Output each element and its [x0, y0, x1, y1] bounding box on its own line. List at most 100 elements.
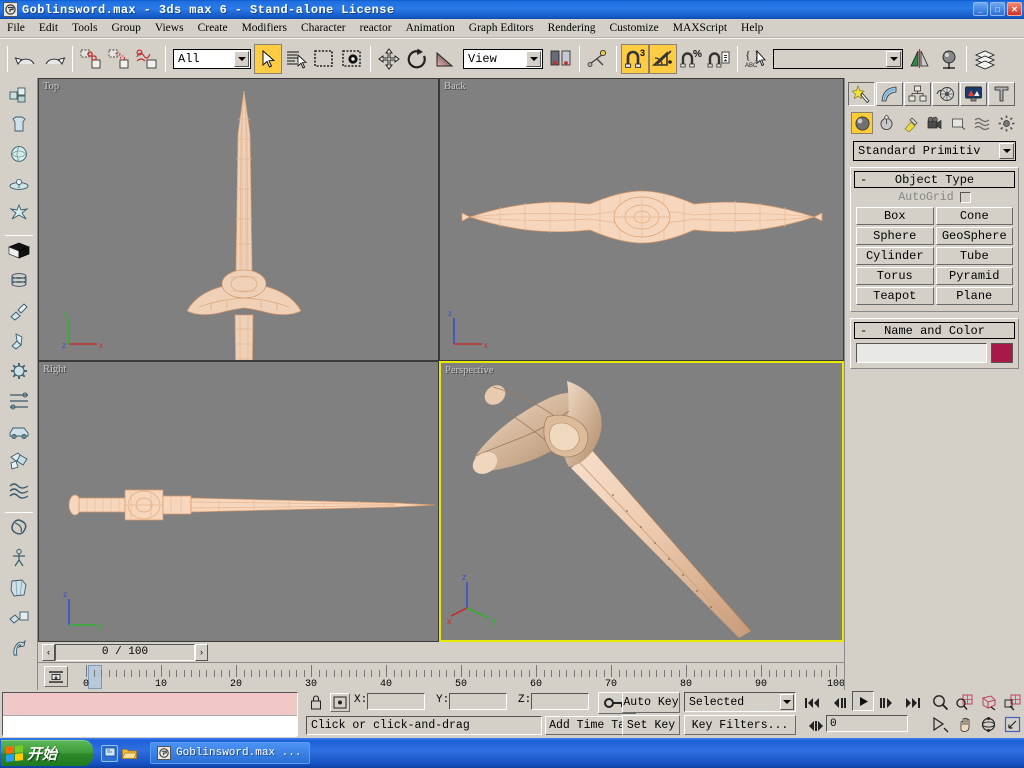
close-button[interactable]: ✕	[1007, 2, 1022, 16]
create-water-button[interactable]	[4, 479, 34, 508]
time-slider-next-button[interactable]: ›	[195, 643, 208, 661]
folder-icon[interactable]	[121, 745, 138, 762]
create-spring-button[interactable]	[4, 269, 34, 298]
auto-key-button[interactable]: Auto Key	[622, 692, 680, 713]
create-deforming-mesh-button[interactable]	[4, 202, 34, 231]
max-app-icon[interactable]	[3, 2, 18, 17]
primitive-button-plane[interactable]: Plane	[935, 287, 1013, 305]
select-and-move-button[interactable]	[375, 44, 403, 74]
systems-button[interactable]	[995, 112, 1017, 134]
select-and-uniform-scale-button[interactable]	[431, 44, 459, 74]
open-mini-curve-editor-button[interactable]	[44, 666, 68, 687]
menu-item-modifiers[interactable]: Modifiers	[235, 21, 294, 35]
undo-button[interactable]	[12, 44, 40, 74]
unlink-selection-button[interactable]	[105, 44, 133, 74]
show-desktop-icon[interactable]	[101, 744, 118, 762]
create-cloth-collection-button[interactable]	[4, 112, 34, 141]
rectangular-selection-region-button[interactable]	[310, 44, 338, 74]
spinner-snap-toggle-button[interactable]	[705, 44, 733, 74]
field-of-view-button[interactable]	[930, 714, 950, 734]
name-and-color-header[interactable]: - Name and Color	[854, 322, 1015, 339]
chevron-down-icon[interactable]	[526, 50, 541, 67]
primitive-button-pyramid[interactable]: Pyramid	[935, 267, 1013, 285]
viewport-top[interactable]: Top y x z	[38, 78, 439, 361]
cameras-button[interactable]	[923, 112, 945, 134]
percent-snap-toggle-button[interactable]: %	[677, 44, 705, 74]
mirror-button[interactable]	[906, 44, 934, 74]
modify-tab[interactable]	[876, 82, 903, 106]
menu-item-customize[interactable]: Customize	[603, 21, 666, 35]
menu-item-maxscript[interactable]: MAXScript	[666, 21, 734, 35]
select-and-manipulate-button[interactable]	[584, 44, 612, 74]
chevron-down-icon[interactable]	[999, 143, 1014, 159]
shapes-button[interactable]	[875, 112, 897, 134]
collapse-toggle[interactable]: -	[860, 324, 867, 338]
helpers-button[interactable]	[947, 112, 969, 134]
redo-button[interactable]	[40, 44, 68, 74]
layer-manager-button[interactable]	[971, 44, 999, 74]
display-tab[interactable]	[960, 82, 987, 106]
select-object-button[interactable]	[254, 43, 282, 74]
angle-snap-toggle-button[interactable]	[649, 43, 677, 74]
set-key-button[interactable]: Set Key	[622, 715, 680, 735]
play-animation-button[interactable]	[852, 691, 874, 711]
create-rigid-body-collection-button[interactable]	[4, 82, 34, 111]
time-slider-prev-button[interactable]: ‹	[42, 643, 55, 661]
key-filters-button[interactable]: Key Filters...	[684, 715, 796, 735]
go-to-start-button[interactable]	[802, 693, 822, 713]
create-angular-dashpot-button[interactable]	[4, 329, 34, 358]
create-motor-button[interactable]	[4, 359, 34, 388]
preview-animation-button[interactable]	[4, 636, 34, 665]
create-soft-body-collection-button[interactable]	[4, 142, 34, 171]
create-plane-button[interactable]	[4, 239, 34, 268]
chevron-down-icon[interactable]	[780, 694, 794, 710]
primitive-button-tube[interactable]: Tube	[935, 247, 1013, 265]
create-cloth-modifier-button[interactable]	[4, 516, 34, 545]
primitive-button-geosphere[interactable]: GeoSphere	[935, 227, 1013, 245]
viewport-perspective[interactable]: Perspective z x y	[439, 361, 844, 642]
next-frame-button[interactable]	[876, 693, 896, 713]
absolute-mode-transform-type-in-button[interactable]	[330, 693, 350, 712]
select-and-rotate-button[interactable]	[403, 44, 431, 74]
create-fracture-button[interactable]	[4, 449, 34, 478]
pan-button[interactable]	[954, 714, 974, 734]
current-frame-field[interactable]: 0	[826, 715, 908, 732]
minimize-button[interactable]: _	[973, 2, 988, 16]
zoom-extents-button[interactable]	[978, 692, 998, 712]
previous-frame-button[interactable]	[830, 693, 850, 713]
apply-analyze-world-button[interactable]	[4, 606, 34, 635]
chevron-down-icon[interactable]	[234, 50, 249, 67]
collapse-toggle[interactable]: -	[860, 173, 867, 187]
create-tab[interactable]	[848, 82, 875, 106]
maxscript-listener[interactable]	[2, 692, 298, 737]
create-constraint-solver-button[interactable]	[4, 576, 34, 605]
space-warps-button[interactable]	[971, 112, 993, 134]
maximize-button[interactable]: □	[990, 2, 1005, 16]
selection-list-combo[interactable]: Selected	[684, 692, 796, 712]
min-max-toggle-button[interactable]	[1002, 714, 1022, 734]
autogrid-row[interactable]: AutoGrid	[854, 188, 1015, 206]
reference-coordinate-system-combo[interactable]: View	[463, 48, 543, 69]
menu-item-character[interactable]: Character	[294, 21, 353, 35]
primitive-button-cylinder[interactable]: Cylinder	[856, 247, 934, 265]
time-slider-cursor[interactable]	[88, 665, 102, 689]
menu-item-animation[interactable]: Animation	[399, 21, 462, 35]
lock-selection-button[interactable]	[306, 693, 326, 712]
primitive-button-teapot[interactable]: Teapot	[856, 287, 934, 305]
viewport-back[interactable]: Back z x	[439, 78, 844, 361]
create-linear-dashpot-button[interactable]	[4, 299, 34, 328]
primitive-button-torus[interactable]: Torus	[856, 267, 934, 285]
go-to-end-button[interactable]	[903, 693, 923, 713]
menu-item-group[interactable]: Group	[104, 21, 147, 35]
select-and-link-button[interactable]	[77, 44, 105, 74]
menu-item-rendering[interactable]: Rendering	[541, 21, 603, 35]
menu-item-create[interactable]: Create	[191, 21, 235, 35]
maxscript-listener-input[interactable]	[3, 715, 297, 737]
chevron-down-icon[interactable]	[886, 50, 901, 67]
select-by-name-button[interactable]	[282, 44, 310, 74]
lights-button[interactable]	[899, 112, 921, 134]
object-type-header[interactable]: - Object Type	[854, 171, 1015, 188]
autogrid-checkbox[interactable]	[959, 191, 971, 203]
subcategory-combo[interactable]: Standard Primitiv	[853, 141, 1016, 161]
arc-rotate-button[interactable]	[978, 714, 998, 734]
